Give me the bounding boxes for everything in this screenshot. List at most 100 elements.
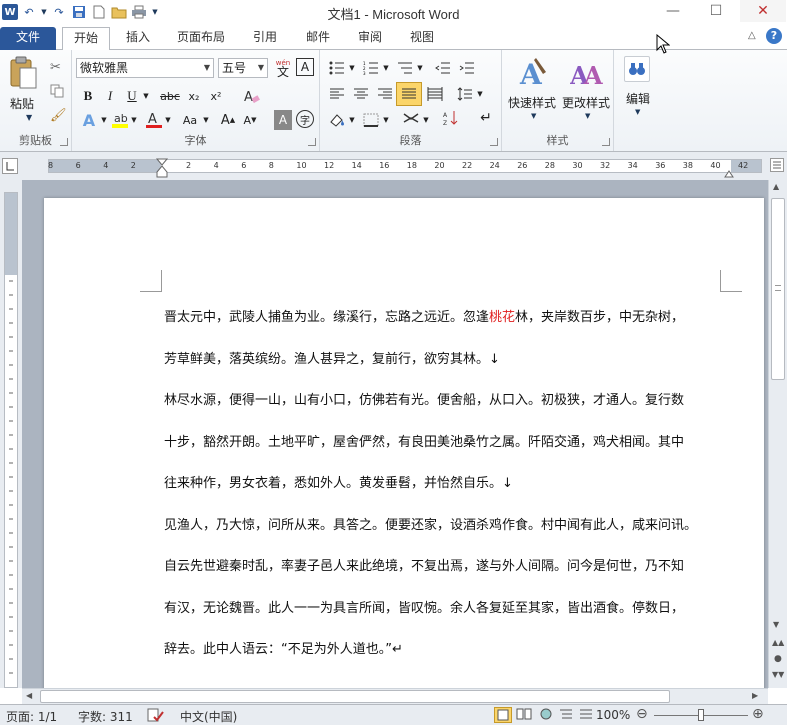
tab-view[interactable]: 视图 [400,27,444,50]
superscript-button[interactable]: x² [206,86,226,106]
shading-icon[interactable] [326,110,348,130]
decrease-indent-icon[interactable] [432,58,454,78]
bold-button[interactable]: B [78,86,98,106]
chevron-down-icon[interactable]: ▼ [348,110,356,130]
editing-label[interactable]: 编辑 [626,90,650,107]
chevron-down-icon[interactable]: ▼ [635,108,640,116]
document-page[interactable]: 晋太元中，武陵人捕鱼为业。缘溪行，忘路之远近。忽逢桃花林，夹岸数百步，中无杂树，… [44,198,764,688]
browse-object-icon[interactable]: ● [774,654,782,664]
format-painter-icon[interactable]: 🖌 [50,108,67,123]
zoom-out-icon[interactable]: ⊖ [636,706,648,722]
document-line[interactable]: 往来种作，男女衣着，悉如外人。黄发垂髫，并怡然自乐。↓ [164,472,513,491]
strikethrough-button[interactable]: abc [158,86,182,106]
chevron-down-icon[interactable]: ▼ [382,110,390,130]
phonetic-guide-button[interactable]: wén 文 [272,56,294,80]
tab-selector-icon[interactable] [2,158,18,174]
vertical-ruler[interactable] [0,180,22,688]
scroll-up-icon[interactable]: ▲ [773,182,779,191]
vertical-scrollbar[interactable]: ▲ ▼ ▲▲ ● ▼▼ [768,180,787,688]
tab-references[interactable]: 引用 [243,27,287,50]
bullets-icon[interactable] [326,58,348,78]
enclose-characters-button[interactable]: 字 [296,110,314,128]
web-layout-icon[interactable] [538,707,556,723]
outline-view-icon[interactable] [558,707,576,723]
numbering-icon[interactable]: 123 [360,58,382,78]
paragraph-launcher-icon[interactable] [490,138,498,146]
cut-icon[interactable]: ✂ [50,60,61,75]
document-line[interactable]: 十步，豁然开朗。土地平旷，屋舍俨然，有良田美池桑竹之属。阡陌交通，鸡犬相闻。其中 [164,431,684,450]
chevron-down-icon[interactable]: ▼ [531,112,536,120]
chevron-down-icon[interactable]: ▼ [130,110,138,130]
language-indicator[interactable]: 中文(中国) [180,708,237,725]
subscript-button[interactable]: x₂ [184,86,204,106]
font-size-combo[interactable]: 五号 ▼ [218,58,268,78]
paste-icon[interactable] [8,56,38,92]
italic-button[interactable]: I [100,86,120,106]
document-line[interactable]: 辞去。此中人语云：“不足为外人道也。”↵ [164,638,403,657]
character-border-button[interactable]: A [296,58,314,76]
shrink-font-button[interactable]: A ▼ [240,110,260,130]
distributed-icon[interactable] [424,84,446,104]
document-line[interactable]: 有汉，无论魏晋。此人一一为具言所闻，皆叹惋。余人各复延至其家，皆出酒食。停数日， [164,597,684,616]
document-area[interactable]: 晋太元中，武陵人捕鱼为业。缘溪行，忘路之远近。忽逢桃花林，夹岸数百步，中无杂树，… [22,180,768,688]
character-shading-button[interactable]: A [274,110,292,130]
align-left-icon[interactable] [326,84,348,104]
next-page-icon[interactable]: ▼▼ [772,670,784,679]
justify-icon[interactable] [396,82,422,106]
document-line[interactable]: 自云先世避秦时乱，率妻子邑人来此绝境，不复出焉，遂与外人间隔。问今是何世，乃不知 [164,555,684,574]
view-ruler-icon[interactable] [770,158,784,172]
tab-review[interactable]: 审阅 [348,27,392,50]
quick-styles-icon[interactable]: A [518,56,550,91]
underline-button[interactable]: U [122,86,142,106]
zoom-slider-thumb[interactable] [698,709,704,721]
maximize-icon[interactable]: ☐ [693,0,739,22]
close-icon[interactable]: ✕ [740,0,786,22]
quick-styles-label[interactable]: 快速样式 [508,94,556,111]
paste-dropdown-icon[interactable]: ▼ [26,113,32,122]
document-line[interactable]: 见渔人，乃大惊，问所从来。具答之。便要还家，设酒杀鸡作食。村中闻有此人，咸来问讯… [164,514,697,533]
multilevel-list-icon[interactable] [394,58,416,78]
tab-file[interactable]: 文件 [0,27,56,50]
scroll-down-icon[interactable]: ▼ [773,620,779,629]
change-styles-label[interactable]: 更改样式 [562,94,610,111]
chevron-down-icon[interactable]: ▼ [382,58,390,78]
chevron-down-icon[interactable]: ▼ [164,110,172,130]
styles-launcher-icon[interactable] [602,138,610,146]
document-line[interactable]: 林尽水源，便得一山，山有小口，仿佛若有光。便舍船，从口入。初极狭，才通人。复行数 [164,389,684,408]
clear-formatting-icon[interactable]: A [240,86,262,106]
font-color-button[interactable]: A [144,110,164,130]
tab-mailings[interactable]: 邮件 [296,27,340,50]
chevron-down-icon[interactable]: ▼ [416,58,424,78]
highlight-color-button[interactable]: ab [110,110,130,130]
scroll-right-icon[interactable]: ▶ [752,691,758,700]
document-line[interactable]: 晋太元中，武陵人捕鱼为业。缘溪行，忘路之远近。忽逢桃花林，夹岸数百步，中无杂树， [164,306,684,325]
text-effects-button[interactable]: A [78,110,100,130]
chevron-down-icon[interactable]: ▼ [100,110,108,130]
horizontal-ruler[interactable]: 8 6 4 2 2 4 6 8 10 12 14 16 18 20 22 24 26 28 30 32 34 36 38 40… [0,152,787,180]
tab-insert[interactable]: 插入 [116,27,160,50]
scroll-thumb[interactable] [771,198,785,380]
chevron-down-icon[interactable]: ▼ [348,58,356,78]
change-case-button[interactable]: Aa [178,110,202,130]
font-launcher-icon[interactable] [308,138,316,146]
chevron-down-icon[interactable]: ▼ [422,110,430,130]
indent-marker-icon[interactable] [155,158,169,178]
zoom-level[interactable]: 100% [596,708,630,722]
zoom-in-icon[interactable]: ⊕ [752,706,764,722]
paste-label[interactable]: 粘贴 [10,95,34,112]
word-count[interactable]: 字数: 311 [78,708,133,725]
minimize-icon[interactable]: — [650,0,696,22]
show-marks-icon[interactable]: ↵ [476,108,496,128]
grow-font-button[interactable]: A ▲ [218,110,238,130]
collapse-ribbon-icon[interactable]: △ [748,30,756,41]
underline-dropdown-icon[interactable]: ▼ [142,86,150,106]
font-name-combo[interactable]: 微软雅黑 ▼ [76,58,214,78]
copy-icon[interactable] [50,84,64,98]
increase-indent-icon[interactable] [456,58,478,78]
horizontal-scrollbar[interactable]: ◀ ▶ [22,688,768,704]
page-count[interactable]: 页面: 1/1 [6,708,57,725]
help-icon[interactable]: ? [766,28,782,44]
borders-icon[interactable] [360,110,382,130]
chevron-down-icon[interactable]: ▼ [476,84,484,104]
scroll-left-icon[interactable]: ◀ [26,691,32,700]
